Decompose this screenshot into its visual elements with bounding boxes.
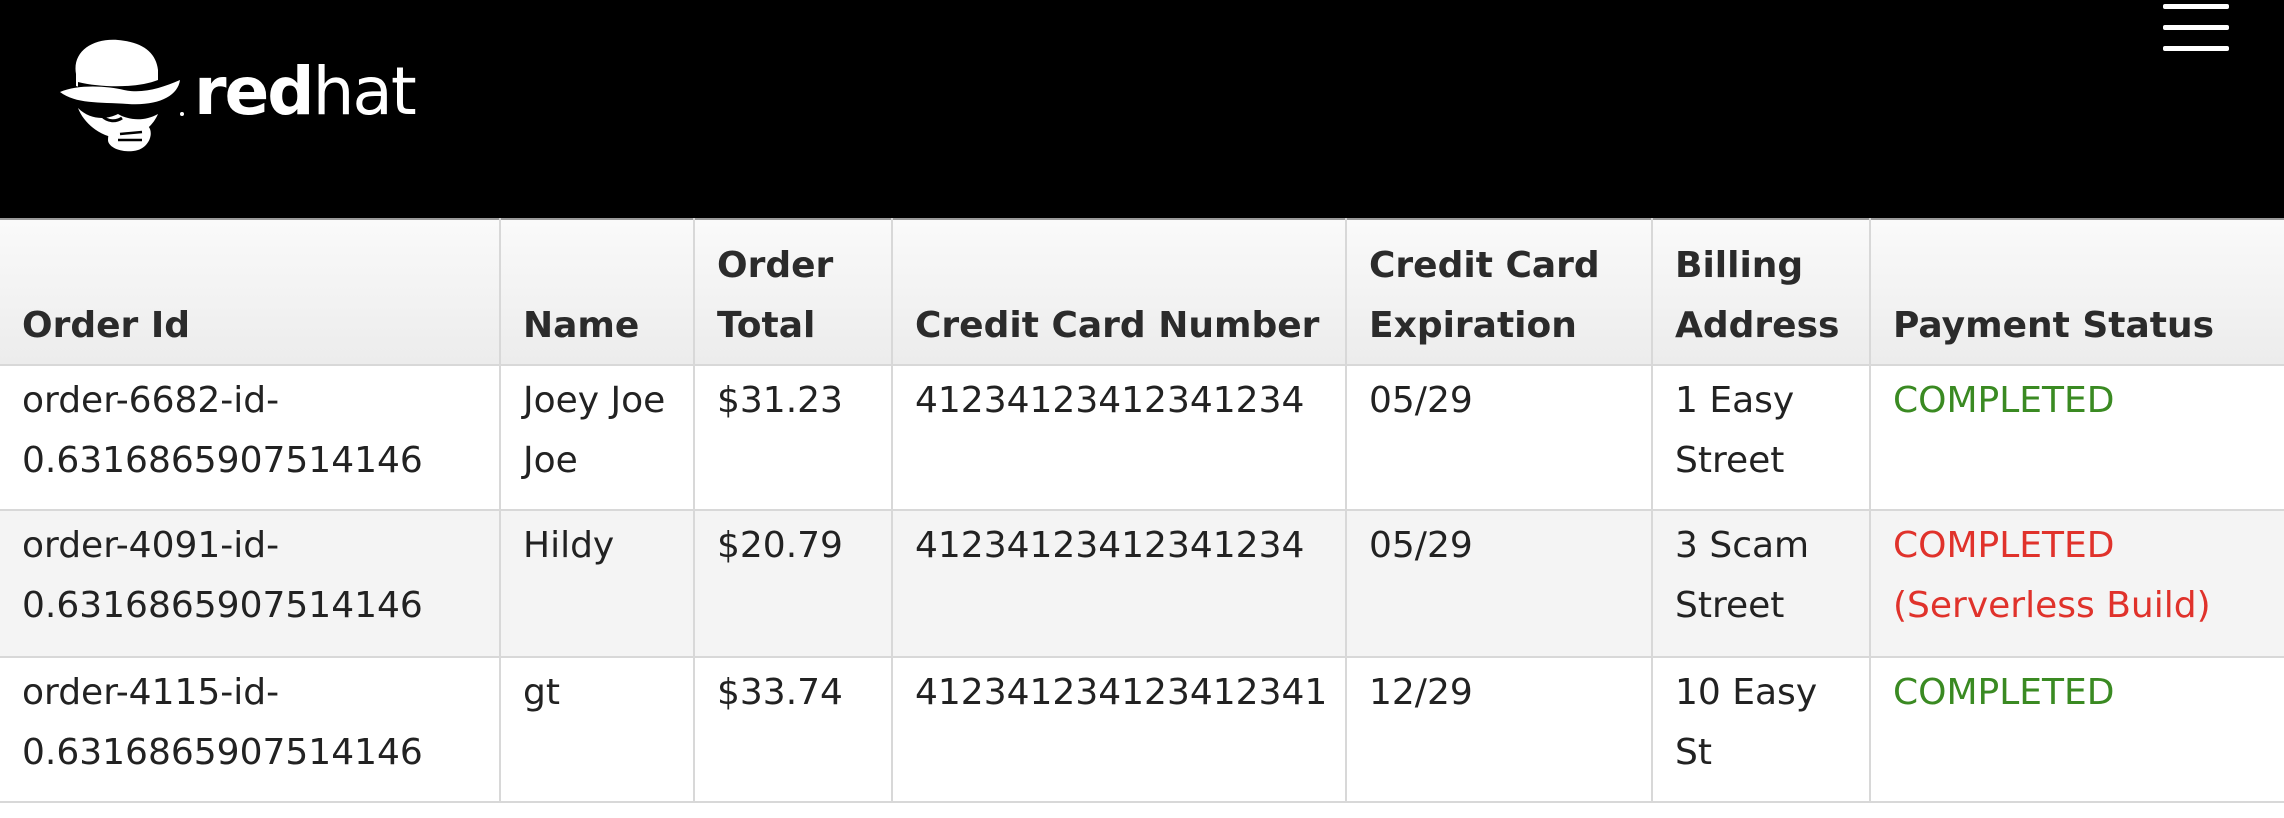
column-header-cc-number[interactable]: Credit Card Number — [891, 218, 1347, 366]
logo-wordmark: redhat — [194, 59, 417, 125]
cell-payment-status: COMPLETED (Serverless Build) — [1869, 509, 2284, 658]
cell-billing-address: 3 Scam Street — [1651, 509, 1871, 658]
cell-order-total: $31.23 — [693, 364, 893, 511]
table-row[interactable]: order-4115-id-0.6316865907514146 gt $33.… — [0, 656, 2284, 803]
menu-bar-bottom — [2163, 46, 2229, 51]
cell-cc-number: 412341234123412341 — [891, 656, 1347, 803]
cell-cc-number: 41234123412341234 — [891, 509, 1347, 658]
orders-table: Order Id Name Order Total Credit Card Nu… — [0, 218, 2284, 803]
column-header-payment-status[interactable]: Payment Status — [1869, 218, 2284, 366]
top-header: redhat — [0, 0, 2284, 218]
hamburger-menu-icon[interactable] — [2163, 4, 2229, 52]
logo-text-hat: hat — [312, 53, 417, 130]
table-row[interactable]: order-6682-id-0.6316865907514146 Joey Jo… — [0, 364, 2284, 511]
cell-name: gt — [499, 656, 695, 803]
table-row[interactable]: order-4091-id-0.6316865907514146 Hildy $… — [0, 509, 2284, 658]
shadowman-hat-icon — [60, 39, 184, 152]
cell-payment-status: COMPLETED — [1869, 364, 2284, 511]
cell-order-total: $33.74 — [693, 656, 893, 803]
table-header-row: Order Id Name Order Total Credit Card Nu… — [0, 218, 2284, 366]
cell-order-id: order-6682-id-0.6316865907514146 — [0, 364, 501, 511]
cell-billing-address: 1 Easy Street — [1651, 364, 1871, 511]
menu-bar-top — [2163, 4, 2229, 9]
cell-billing-address: 10 Easy St — [1651, 656, 1871, 803]
cell-cc-expiration: 05/29 — [1345, 509, 1653, 658]
cell-cc-number: 41234123412341234 — [891, 364, 1347, 511]
column-header-order-id[interactable]: Order Id — [0, 218, 501, 366]
menu-bar-middle — [2163, 25, 2229, 30]
column-header-name[interactable]: Name — [499, 218, 695, 366]
cell-order-total: $20.79 — [693, 509, 893, 658]
cell-name: Joey Joe Joe — [499, 364, 695, 511]
column-header-cc-expiration[interactable]: Credit Card Expiration — [1345, 218, 1653, 366]
logo-text-red: red — [194, 53, 315, 130]
cell-payment-status: COMPLETED — [1869, 656, 2284, 803]
column-header-order-total[interactable]: Order Total — [693, 218, 893, 366]
cell-order-id: order-4091-id-0.6316865907514146 — [0, 509, 501, 658]
cell-cc-expiration: 05/29 — [1345, 364, 1653, 511]
cell-cc-expiration: 12/29 — [1345, 656, 1653, 803]
cell-order-id: order-4115-id-0.6316865907514146 — [0, 656, 501, 803]
column-header-billing-address[interactable]: Billing Address — [1651, 218, 1871, 366]
cell-name: Hildy — [499, 509, 695, 658]
redhat-logo[interactable]: redhat — [58, 30, 417, 154]
